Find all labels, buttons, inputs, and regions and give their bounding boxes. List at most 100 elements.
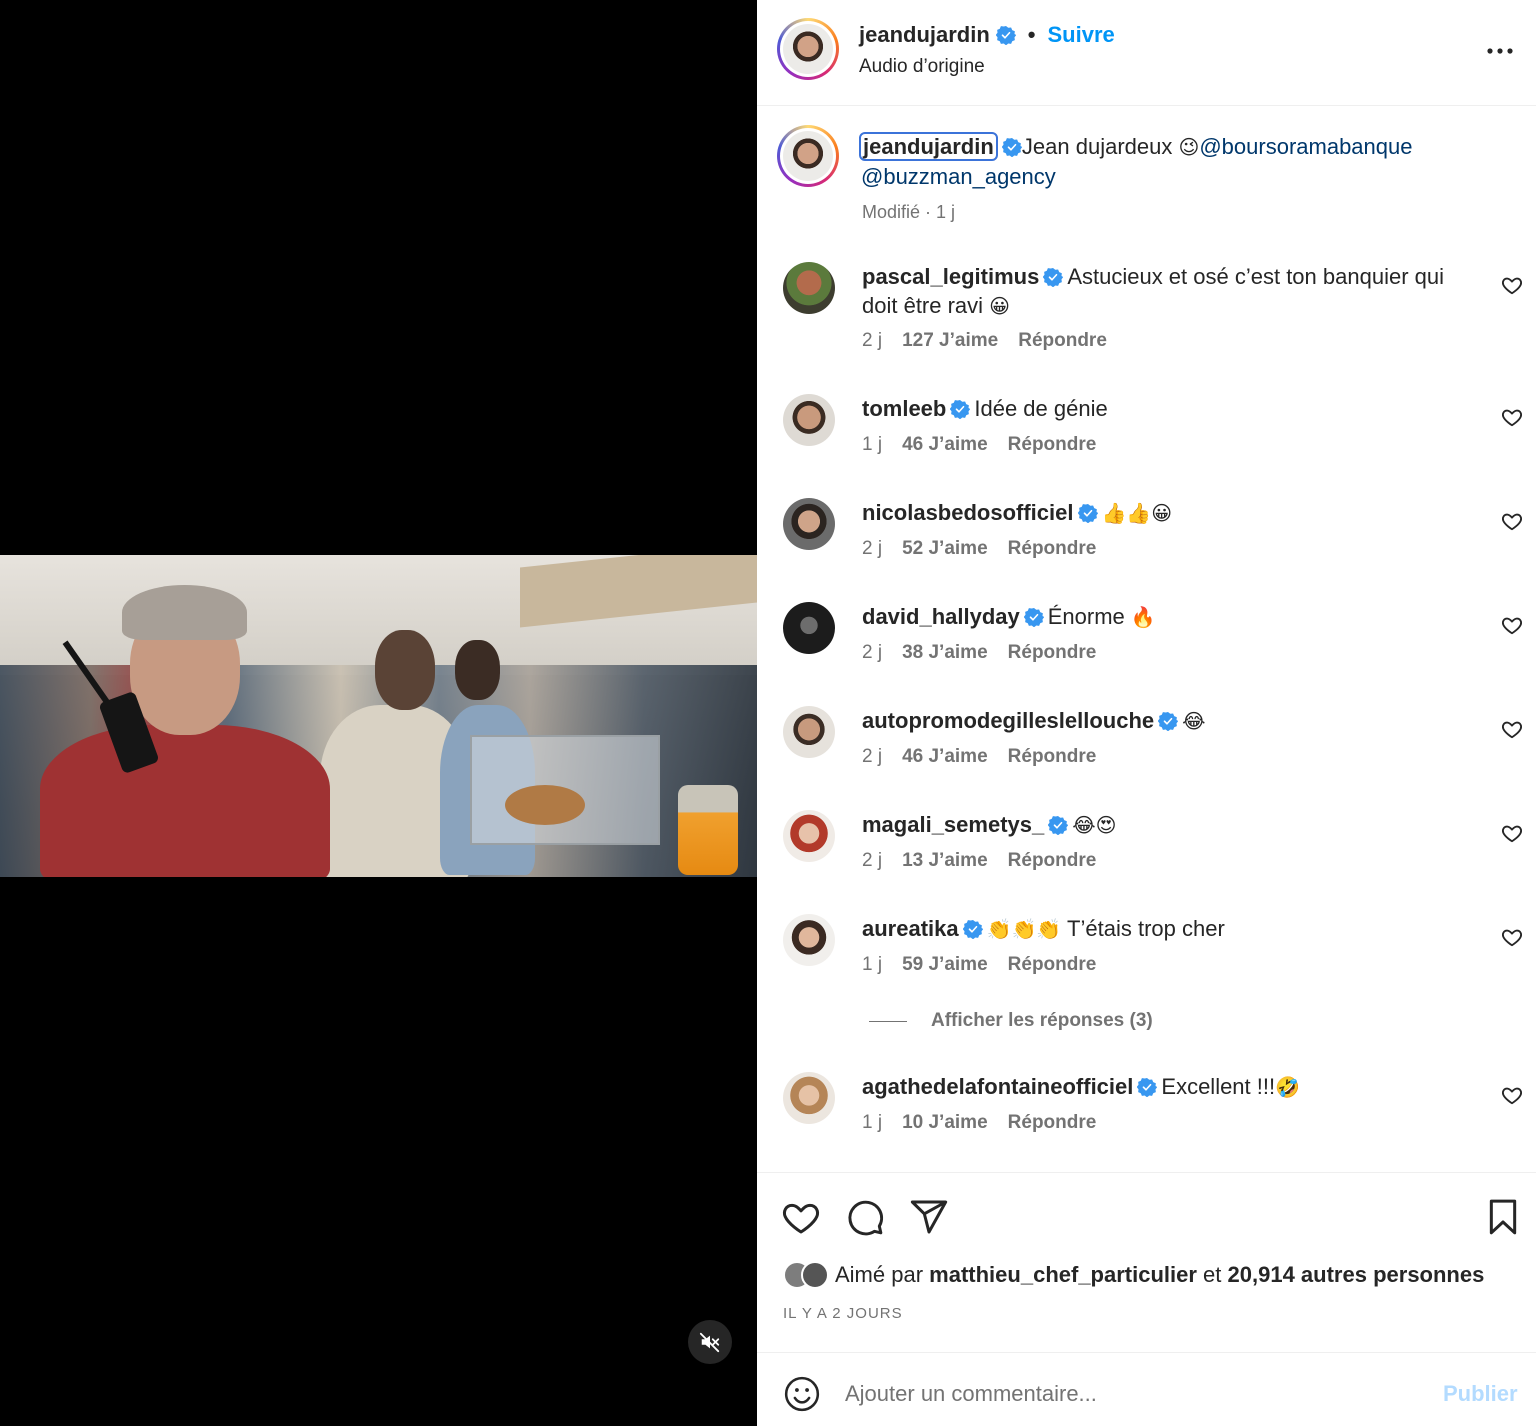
commenter-avatar[interactable] bbox=[783, 810, 835, 862]
comment-meta: 2 j 38 J’aime Répondre bbox=[862, 642, 1096, 664]
comment-like-heart-icon[interactable] bbox=[1501, 406, 1523, 428]
commenter-username[interactable]: magali_semetys_ bbox=[862, 812, 1044, 837]
reply-button[interactable]: Répondre bbox=[1008, 954, 1097, 976]
publish-button[interactable]: Publier bbox=[1443, 1381, 1518, 1407]
comment-input[interactable] bbox=[845, 1371, 1405, 1417]
reply-button[interactable]: Répondre bbox=[1008, 434, 1097, 456]
commenter-username[interactable]: nicolasbedosofficiel bbox=[862, 500, 1074, 525]
speaker-muted-icon bbox=[699, 1332, 720, 1353]
comment-emoji: 👏👏👏 bbox=[986, 917, 1062, 941]
save-bookmark-icon[interactable] bbox=[1483, 1197, 1523, 1237]
comment-likes[interactable]: 46 J’aime bbox=[902, 434, 988, 456]
video-frame[interactable] bbox=[0, 555, 757, 877]
view-replies-label: Afficher les réponses (3) bbox=[931, 1010, 1153, 1031]
view-replies-button[interactable]: Afficher les réponses (3) bbox=[869, 1010, 1153, 1032]
mention-link[interactable]: @buzzman_agency bbox=[861, 164, 1056, 189]
comment-like-heart-icon[interactable] bbox=[1501, 274, 1523, 296]
comment-body: tomleeb Idée de génie bbox=[862, 394, 1482, 424]
comment-like-heart-icon[interactable] bbox=[1501, 1084, 1523, 1106]
comment-time: 2 j bbox=[862, 850, 883, 871]
comment-likes[interactable]: 52 J’aime bbox=[902, 538, 988, 560]
comment-item: david_hallyday Énorme 🔥 2 j 38 J’aime Rép… bbox=[757, 602, 1536, 674]
reply-button[interactable]: Répondre bbox=[1018, 330, 1107, 352]
commenter-username[interactable]: agathedelafontaineofficiel bbox=[862, 1074, 1133, 1099]
comment-time: 2 j bbox=[862, 330, 883, 351]
comment-text: Idée de génie bbox=[974, 396, 1108, 421]
reply-button[interactable]: Répondre bbox=[1008, 1112, 1097, 1134]
post-actions: Aimé par matthieu_chef_particulier et 20… bbox=[757, 1172, 1536, 1352]
reply-button[interactable]: Répondre bbox=[1008, 538, 1097, 560]
commenter-username[interactable]: tomleeb bbox=[862, 396, 946, 421]
liker-username[interactable]: matthieu_chef_particulier bbox=[929, 1262, 1197, 1287]
verified-badge-icon bbox=[950, 400, 971, 419]
commenter-avatar[interactable] bbox=[783, 602, 835, 654]
comment-likes[interactable]: 46 J’aime bbox=[902, 746, 988, 768]
commenter-username[interactable]: david_hallyday bbox=[862, 604, 1020, 629]
verified-badge-icon bbox=[1043, 268, 1064, 287]
commenter-username[interactable]: pascal_legitimus bbox=[862, 264, 1039, 289]
comment-likes[interactable]: 38 J’aime bbox=[902, 642, 988, 664]
commenter-avatar[interactable] bbox=[783, 498, 835, 550]
author-avatar[interactable] bbox=[777, 18, 839, 80]
comment-time: 2 j bbox=[862, 642, 883, 663]
comment-time: 2 j bbox=[862, 538, 883, 559]
comment-item: tomleeb Idée de génie 1 j 46 J’aime Répon… bbox=[757, 394, 1536, 466]
commenter-avatar[interactable] bbox=[783, 706, 835, 758]
comment-meta: 1 j 46 J’aime Répondre bbox=[862, 434, 1096, 456]
video-player[interactable] bbox=[0, 0, 757, 1426]
like-heart-icon[interactable] bbox=[781, 1197, 821, 1237]
liker-avatar[interactable] bbox=[801, 1261, 829, 1289]
replies-divider bbox=[869, 1020, 907, 1022]
comment-item: autopromodegilleslellouche 😂 2 j 46 J’aim… bbox=[757, 706, 1536, 778]
verified-badge-icon bbox=[1048, 816, 1069, 835]
reply-button[interactable]: Répondre bbox=[1008, 642, 1097, 664]
mention-link[interactable]: @boursoramabanque bbox=[1199, 134, 1412, 159]
comment-like-heart-icon[interactable] bbox=[1501, 926, 1523, 948]
comment-time: 1 j bbox=[862, 434, 883, 455]
comment-likes[interactable]: 10 J’aime bbox=[902, 1112, 988, 1134]
comment-item: agathedelafontaineofficiel Excellent !!!🤣… bbox=[757, 1072, 1536, 1144]
comment-likes[interactable]: 127 J’aime bbox=[902, 330, 998, 352]
verified-badge-icon bbox=[1158, 712, 1179, 731]
comment-likes[interactable]: 59 J’aime bbox=[902, 954, 988, 976]
share-send-icon[interactable] bbox=[909, 1197, 949, 1237]
comment-body: nicolasbedosofficiel 👍👍😀 bbox=[862, 498, 1482, 528]
more-options-icon bbox=[1487, 48, 1513, 54]
more-options-button[interactable] bbox=[1485, 36, 1515, 66]
comment-likes[interactable]: 13 J’aime bbox=[902, 850, 988, 872]
likes-count[interactable]: 20,914 autres personnes bbox=[1228, 1262, 1485, 1287]
author-username[interactable]: jeandujardin bbox=[859, 22, 990, 48]
comment-meta: 1 j 10 J’aime Répondre bbox=[862, 1112, 1096, 1134]
comment-bubble-icon[interactable] bbox=[845, 1197, 885, 1237]
caption-body: Jean dujardeux bbox=[1021, 134, 1179, 159]
comment-like-heart-icon[interactable] bbox=[1501, 718, 1523, 740]
comment-time: 1 j bbox=[862, 954, 883, 975]
comment-emoji: 🤣 bbox=[1275, 1075, 1301, 1099]
comment-body: david_hallyday Énorme 🔥 bbox=[862, 602, 1482, 632]
commenter-username[interactable]: autopromodegilleslellouche bbox=[862, 708, 1154, 733]
comment-body: aureatika 👏👏👏 T’étais trop cher bbox=[862, 914, 1482, 944]
commenter-avatar[interactable] bbox=[783, 394, 835, 446]
comment-text: T’étais trop cher bbox=[1061, 916, 1225, 941]
follow-button[interactable]: Suivre bbox=[1048, 22, 1115, 48]
video-juice-jar bbox=[678, 785, 738, 875]
comment-body: pascal_legitimus Astucieux et osé c’est t… bbox=[862, 262, 1482, 321]
audio-link[interactable]: Audio d’origine bbox=[859, 56, 985, 78]
comment-like-heart-icon[interactable] bbox=[1501, 510, 1523, 532]
verified-badge-icon bbox=[1077, 504, 1098, 523]
commenter-avatar[interactable] bbox=[783, 914, 835, 966]
comment-item: magali_semetys_ 😂😍 2 j 13 J’aime Répondre bbox=[757, 810, 1536, 882]
comment-like-heart-icon[interactable] bbox=[1501, 614, 1523, 636]
comment-like-heart-icon[interactable] bbox=[1501, 822, 1523, 844]
emoji-picker-icon[interactable] bbox=[783, 1375, 821, 1413]
caption-author-avatar[interactable] bbox=[777, 125, 839, 187]
author-avatar-image bbox=[783, 24, 833, 74]
reply-button[interactable]: Répondre bbox=[1008, 850, 1097, 872]
commenter-username[interactable]: aureatika bbox=[862, 916, 959, 941]
mute-button[interactable] bbox=[688, 1320, 732, 1364]
commenter-avatar[interactable] bbox=[783, 1072, 835, 1124]
caption-username[interactable]: jeandujardin bbox=[859, 132, 998, 161]
reply-button[interactable]: Répondre bbox=[1008, 746, 1097, 768]
likes-text: Aimé par matthieu_chef_particulier et 20… bbox=[835, 1262, 1484, 1288]
commenter-avatar[interactable] bbox=[783, 262, 835, 314]
